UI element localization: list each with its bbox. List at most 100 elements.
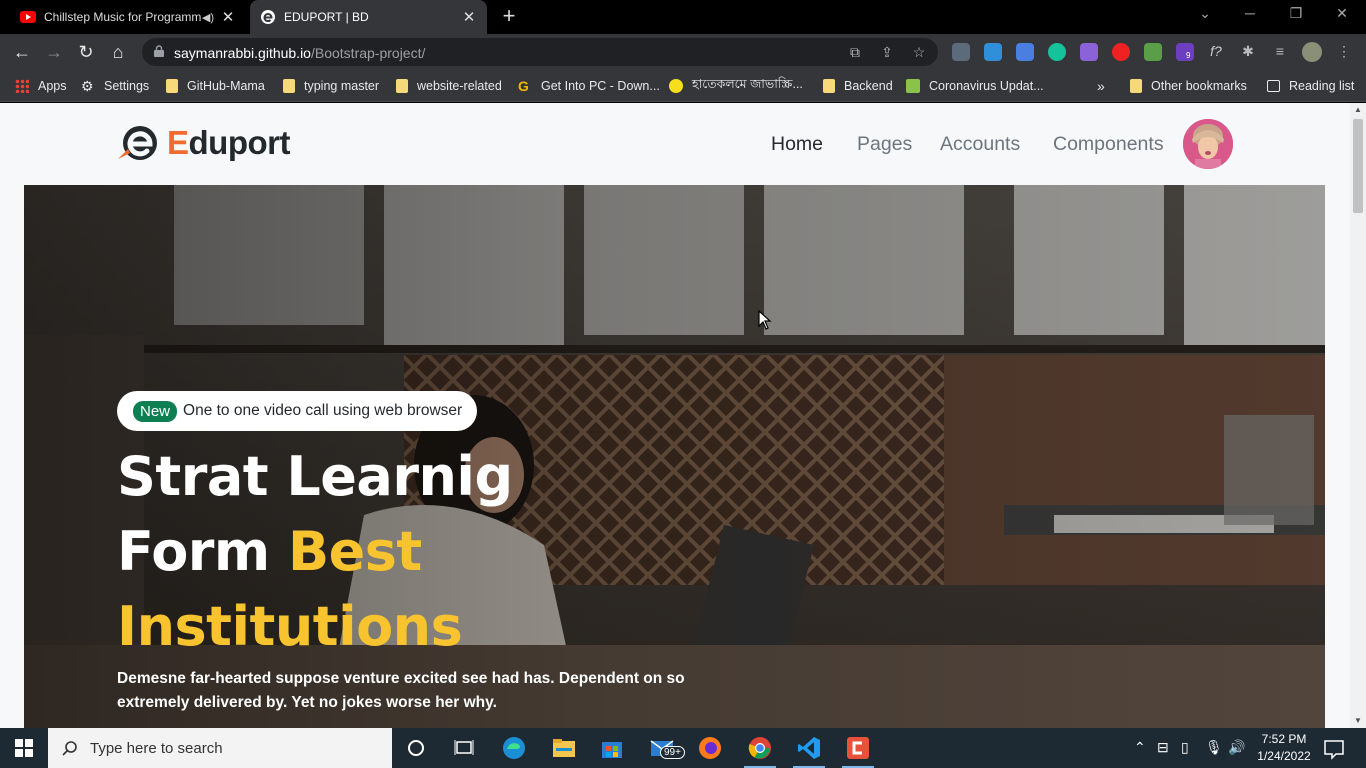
folder-icon	[166, 79, 178, 93]
site-header: Eduport Home Pages Accounts Components	[0, 103, 1350, 185]
nav-pages[interactable]: Pages	[857, 133, 912, 156]
search-placeholder: Type here to search	[90, 739, 223, 757]
hero-description: Demesne far-hearted suppose venture exci…	[117, 670, 685, 711]
extension-icon[interactable]	[1144, 43, 1162, 61]
task-view-icon[interactable]	[452, 736, 476, 760]
new-feature-badge: New One to one video call using web brow…	[117, 391, 478, 431]
cortana-icon[interactable]	[404, 736, 428, 760]
firefox-icon[interactable]	[698, 736, 722, 760]
translate-icon[interactable]: ⧉	[847, 44, 863, 60]
site-logo[interactable]: Eduport	[116, 123, 290, 163]
mail-badge: 99+	[660, 746, 685, 759]
google-translate-icon[interactable]	[1016, 43, 1034, 61]
adblock-icon[interactable]	[1112, 43, 1130, 61]
minimize-button[interactable]: ─	[1238, 5, 1262, 27]
bookmark-other-bookmarks[interactable]: Other bookmarks	[1130, 77, 1247, 95]
extensions-puzzle-icon[interactable]: ✱	[1240, 43, 1256, 59]
bookmark-apps[interactable]: Apps	[15, 77, 67, 95]
mail-app-icon[interactable]: 99+	[650, 736, 686, 760]
nav-home[interactable]: Home	[771, 133, 823, 156]
feather-extension-icon[interactable]	[1080, 43, 1098, 61]
page-viewport: Eduport Home Pages Accounts Components N…	[0, 103, 1350, 728]
vscode-icon[interactable]	[797, 736, 821, 760]
start-button[interactable]	[0, 728, 48, 768]
speaker-icon[interactable]: ◀)	[202, 11, 214, 24]
tab-eduport[interactable]: EDUPORT | BD ✕	[250, 0, 487, 34]
windows-taskbar: Type here to search 99+ ⌃ ⊟ ▯ 🎙 🔊 7:52 P…	[0, 728, 1366, 768]
address-bar[interactable]: saymanrabbi.github.io/Bootstrap-project/…	[142, 38, 938, 66]
menu-kebab-icon[interactable]: ⋮	[1336, 43, 1352, 59]
edge-icon[interactable]	[502, 736, 526, 760]
camtasia-icon[interactable]	[846, 736, 870, 760]
back-button[interactable]: ←	[11, 41, 33, 63]
profile-avatar-icon[interactable]	[1302, 42, 1322, 62]
badge-text: One to one video call using web browser	[183, 402, 463, 419]
close-tab-icon[interactable]: ✕	[220, 8, 236, 26]
clock-time: 7:52 PM	[1261, 732, 1307, 746]
extension-icon[interactable]	[984, 43, 1002, 61]
microphone-icon[interactable]: 🎙	[1205, 739, 1223, 756]
notification-center-icon[interactable]	[1322, 737, 1346, 761]
bookmark-typing-master[interactable]: typing master	[283, 77, 379, 95]
w-badge-icon	[906, 79, 920, 93]
page-scrollbar[interactable]: ▲ ▼	[1350, 103, 1366, 728]
grammarly-icon[interactable]	[1048, 43, 1066, 61]
hero-section: New One to one video call using web brow…	[24, 185, 1325, 728]
nav-accounts[interactable]: Accounts	[940, 133, 1020, 156]
bookmark-github-mama[interactable]: GitHub-Mama	[166, 77, 265, 95]
browser-tab-strip: Chillstep Music for Programmi ◀) ✕ EDUPO…	[0, 0, 1366, 34]
apps-grid-icon	[15, 79, 29, 93]
chrome-icon[interactable]	[748, 736, 772, 760]
taskbar-search-box[interactable]: Type here to search	[48, 728, 392, 768]
volume-icon[interactable]: 🔊	[1228, 739, 1245, 756]
system-clock[interactable]: 7:52 PM 1/24/2022	[1254, 731, 1314, 765]
file-explorer-icon[interactable]	[552, 736, 576, 760]
battery-icon[interactable]: ▯	[1181, 739, 1189, 756]
media-control-icon[interactable]: ≡	[1272, 43, 1288, 59]
hero-title-line-3: Institutions	[117, 595, 463, 658]
folder-icon	[1130, 79, 1142, 93]
windows-logo-icon	[15, 739, 33, 757]
new-pill: New	[133, 400, 178, 422]
g-logo-icon: G	[518, 78, 529, 94]
extension-badge: 9	[1184, 51, 1193, 60]
extension-icon[interactable]: 9	[1176, 43, 1194, 61]
close-tab-icon[interactable]: ✕	[461, 8, 477, 26]
forward-button[interactable]: →	[43, 41, 65, 63]
tab-search-icon[interactable]: ⌄	[1193, 5, 1217, 27]
scrollbar-thumb[interactable]	[1353, 119, 1363, 213]
scroll-up-arrow-icon[interactable]: ▲	[1350, 103, 1366, 117]
bookmark-settings[interactable]: ⚙ Settings	[81, 77, 149, 95]
home-button[interactable]: ⌂	[107, 41, 129, 63]
brand-name: Eduport	[167, 124, 290, 161]
close-window-button[interactable]: ✕	[1330, 5, 1354, 27]
user-avatar[interactable]	[1183, 119, 1233, 169]
bookmarks-bar: Apps ⚙ Settings GitHub-Mama typing maste…	[0, 70, 1366, 102]
clock-date: 1/24/2022	[1257, 749, 1311, 763]
new-tab-button[interactable]: +	[498, 5, 520, 28]
url-text: saymanrabbi.github.io/Bootstrap-project/	[174, 45, 426, 61]
bookmarks-overflow-button[interactable]: »	[1097, 77, 1105, 95]
reload-button[interactable]: ↻	[75, 41, 97, 63]
bookmark-get-into-pc[interactable]: G Get Into PC - Down...	[518, 77, 660, 95]
pen-extension-icon[interactable]	[952, 43, 970, 61]
nav-components[interactable]: Components	[1053, 133, 1164, 156]
show-hidden-icons-icon[interactable]: ⌃	[1134, 739, 1146, 756]
network-icon[interactable]: ⊟	[1157, 739, 1169, 756]
bookmark-star-icon[interactable]: ☆	[911, 44, 927, 60]
microsoft-store-icon[interactable]	[600, 736, 624, 760]
share-icon[interactable]: ⇪	[879, 44, 895, 60]
bookmark-bangla-js[interactable]: হাতেকলমে জাভাস্ক্রি...	[669, 77, 803, 95]
hero-title-line-2: Form Best	[117, 520, 422, 583]
scroll-down-arrow-icon[interactable]: ▼	[1350, 714, 1366, 728]
reading-list-button[interactable]: Reading list	[1267, 77, 1354, 95]
gear-icon: ⚙	[81, 78, 94, 94]
tab-chillstep[interactable]: Chillstep Music for Programmi ◀) ✕	[10, 0, 246, 34]
formula-extension-icon[interactable]: f?	[1208, 43, 1224, 59]
bookmark-website-related[interactable]: website-related	[396, 77, 502, 95]
bookmark-coronavirus[interactable]: Coronavirus Updat...	[906, 77, 1044, 95]
js-badge-icon	[669, 79, 683, 93]
lock-icon	[154, 45, 164, 57]
restore-button[interactable]: ❐	[1284, 5, 1308, 27]
bookmark-backend[interactable]: Backend	[823, 77, 893, 95]
